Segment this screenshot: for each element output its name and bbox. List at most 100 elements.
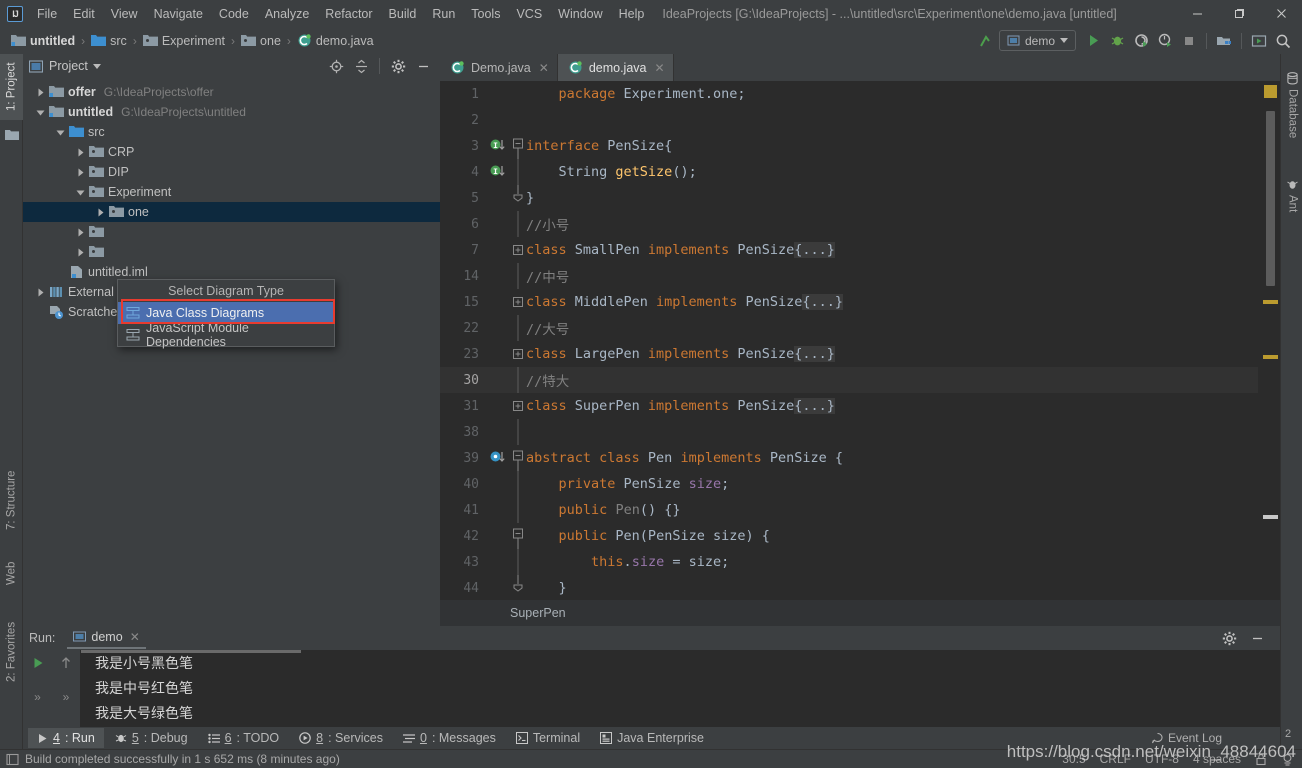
menu-item-window[interactable]: Window xyxy=(550,3,610,25)
fold-expand-icon[interactable] xyxy=(510,400,526,412)
tree-row[interactable] xyxy=(23,242,440,262)
project-structure-icon[interactable] xyxy=(1213,30,1235,52)
breadcrumb-experiment[interactable]: Experiment xyxy=(140,33,228,49)
chevron-right-icon[interactable] xyxy=(75,247,86,258)
tree-row-crp[interactable]: CRP xyxy=(23,142,440,162)
menu-item-vcs[interactable]: VCS xyxy=(508,3,550,25)
menu-item-run[interactable]: Run xyxy=(424,3,463,25)
tree-row-untitled[interactable]: untitled G:\IdeaProjects\untitled xyxy=(23,102,440,122)
implemented-marker-icon[interactable]: I xyxy=(486,165,510,179)
console-horizontal-scrollbar[interactable] xyxy=(81,650,301,653)
maximize-button[interactable] xyxy=(1218,0,1260,27)
chevron-down-icon[interactable] xyxy=(75,187,86,198)
chevron-right-icon[interactable] xyxy=(35,87,46,98)
line-separator[interactable]: CRLF xyxy=(1100,752,1131,766)
lock-icon[interactable] xyxy=(1255,753,1267,766)
gear-icon[interactable] xyxy=(387,55,409,77)
event-log-button[interactable]: Event Log xyxy=(1151,731,1222,745)
editor-scrollbar-thumb[interactable] xyxy=(1266,111,1275,286)
code-line[interactable]: 23 class LargePen implements PenSize{...} xyxy=(440,341,1280,367)
popup-item-javascript-module-dependencies[interactable]: JavaScript Module Dependencies xyxy=(118,321,334,349)
editor-breadcrumb[interactable]: SuperPen xyxy=(440,599,1280,626)
bottom-tab-java-enterprise[interactable]: Java Enterprise xyxy=(591,728,713,748)
tree-row[interactable] xyxy=(23,222,440,242)
hide-panel-icon[interactable] xyxy=(412,55,434,77)
menu-item-tools[interactable]: Tools xyxy=(463,3,508,25)
overridden-marker-icon[interactable] xyxy=(486,451,510,465)
expand-icon[interactable]: » xyxy=(34,690,41,704)
sidebar-item-ant[interactable]: Ant xyxy=(1281,164,1302,226)
breadcrumb-src[interactable]: src xyxy=(88,33,130,49)
code-line[interactable]: 41 public Pen() {} xyxy=(440,497,1280,523)
code-line[interactable]: 39 abstract class Pen implements PenSize … xyxy=(440,445,1280,471)
tree-row-offer[interactable]: offer G:\IdeaProjects\offer xyxy=(23,82,440,102)
caret-marker[interactable] xyxy=(1263,515,1278,519)
editor-scrollbar-zone[interactable] xyxy=(1258,81,1280,599)
chevron-right-icon[interactable] xyxy=(75,167,86,178)
chevron-right-icon[interactable] xyxy=(75,227,86,238)
build-icon[interactable] xyxy=(975,30,997,52)
menu-item-edit[interactable]: Edit xyxy=(65,3,103,25)
warning-marker-2[interactable] xyxy=(1263,355,1278,359)
indent-setting[interactable]: 4 spaces xyxy=(1193,752,1241,766)
menu-item-help[interactable]: Help xyxy=(611,3,653,25)
code-line[interactable]: 2 xyxy=(440,107,1280,133)
chevron-right-icon[interactable] xyxy=(95,207,106,218)
code-line[interactable]: 3 Iinterface PenSize{ xyxy=(440,133,1280,159)
breadcrumb-demo-java[interactable]: demo.java xyxy=(294,32,377,49)
code-inspection-icon[interactable] xyxy=(1281,753,1294,766)
run-console-output[interactable]: 我是小号黑色笔 我是中号红色笔 我是大号绿色笔 xyxy=(81,650,1280,727)
fold-collapse-icon[interactable] xyxy=(510,445,526,471)
code-line[interactable]: 7 class SmallPen implements PenSize{...} xyxy=(440,237,1280,263)
code-line[interactable]: 30 //特大 xyxy=(440,367,1280,393)
code-line[interactable]: 44 } xyxy=(440,575,1280,599)
menu-item-code[interactable]: Code xyxy=(211,3,257,25)
close-icon[interactable]: ✕ xyxy=(130,630,140,644)
menu-item-file[interactable]: File xyxy=(29,3,65,25)
bottom-tab-todo[interactable]: 6: TODO xyxy=(199,728,289,748)
run-tab-demo[interactable]: demo ✕ xyxy=(67,628,146,649)
sidebar-item-project[interactable]: 1: Project xyxy=(0,54,23,120)
caret-position[interactable]: 30:5 xyxy=(1062,752,1085,766)
fold-expand-icon[interactable] xyxy=(510,348,526,360)
chevron-right-icon[interactable] xyxy=(75,147,86,158)
sidebar-item-web[interactable]: Web xyxy=(0,549,23,597)
code-line[interactable]: 22 //大号 xyxy=(440,315,1280,341)
hide-panel-icon-run[interactable] xyxy=(1246,627,1268,649)
close-icon[interactable]: ✕ xyxy=(539,61,549,75)
menu-item-view[interactable]: View xyxy=(103,3,146,25)
fold-collapse-icon[interactable] xyxy=(510,133,526,159)
code-editor[interactable]: 1 package Experiment.one; 2 3 Iinterface Pe… xyxy=(440,81,1280,599)
gear-icon-run[interactable] xyxy=(1218,627,1240,649)
fold-end-icon[interactable] xyxy=(510,575,526,599)
file-encoding[interactable]: UTF-8 xyxy=(1145,752,1179,766)
bottom-tab-messages[interactable]: 0: Messages xyxy=(394,728,505,748)
profile-icon[interactable] xyxy=(1154,30,1176,52)
code-line[interactable]: 4 I String getSize(); xyxy=(440,159,1280,185)
code-line[interactable]: 5} xyxy=(440,185,1280,211)
code-line[interactable]: 31 class SuperPen implements PenSize{...} xyxy=(440,393,1280,419)
tree-row-src[interactable]: src xyxy=(23,122,440,142)
stop-icon[interactable] xyxy=(1178,30,1200,52)
run-configuration-selector[interactable]: demo xyxy=(998,30,1076,51)
chevron-down-icon[interactable] xyxy=(55,127,66,138)
menu-item-analyze[interactable]: Analyze xyxy=(257,3,317,25)
code-line[interactable]: 40 private PenSize size; xyxy=(440,471,1280,497)
sidebar-item-structure[interactable]: 7: Structure xyxy=(0,459,23,541)
run-icon[interactable] xyxy=(1082,30,1104,52)
bottom-tab-services[interactable]: 8: Services xyxy=(290,728,392,748)
editor-tab-demo-java[interactable]: demo.java ✕ xyxy=(557,54,674,81)
warning-marker-1[interactable] xyxy=(1263,300,1278,304)
fold-end-icon[interactable] xyxy=(510,185,526,211)
run-with-coverage-icon[interactable] xyxy=(1130,30,1152,52)
select-diagram-type-popup[interactable]: Select Diagram Type Java Class Diagrams … xyxy=(117,279,335,349)
close-button[interactable] xyxy=(1260,0,1302,27)
collapse-all-icon[interactable] xyxy=(350,55,372,77)
update-icon[interactable] xyxy=(1248,30,1270,52)
sidebar-item-database[interactable]: Database xyxy=(1281,58,1302,153)
fold-expand-icon[interactable] xyxy=(510,244,526,256)
search-everywhere-icon[interactable] xyxy=(1272,30,1294,52)
tree-row-dip[interactable]: DIP xyxy=(23,162,440,182)
locate-icon[interactable] xyxy=(325,55,347,77)
code-line[interactable]: 1 package Experiment.one; xyxy=(440,81,1280,107)
